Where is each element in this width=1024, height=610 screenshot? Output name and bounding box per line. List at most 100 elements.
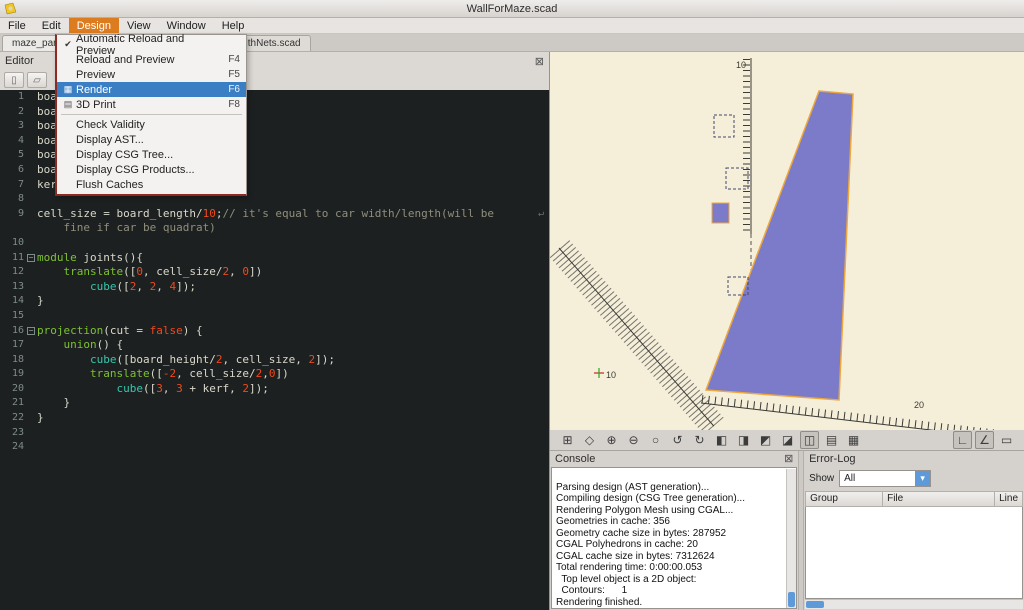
code-line[interactable]: 14} bbox=[0, 294, 549, 309]
view-left-icon[interactable]: ◧ bbox=[712, 431, 731, 449]
menu-item-render[interactable]: ▦ Render F6 bbox=[57, 82, 246, 97]
code-text: cube([3, 3 + kerf, 2]); bbox=[116, 381, 269, 395]
menu-item-preview[interactable]: Preview F5 bbox=[57, 67, 246, 82]
console-scrollbar[interactable] bbox=[786, 468, 797, 608]
errorlog-header: Error-Log bbox=[804, 451, 1024, 467]
zoom-out-icon[interactable]: ⊖ bbox=[624, 431, 643, 449]
code-line[interactable]: 21 } bbox=[0, 396, 549, 411]
menu-item-flush-caches[interactable]: Flush Caches bbox=[57, 177, 246, 192]
code-line[interactable]: 19 translate([-2, cell_size/2,0]) bbox=[0, 367, 549, 382]
line-number: 6 bbox=[17, 163, 24, 175]
errorlog-show-label: Show bbox=[809, 473, 835, 484]
fold-marker-icon[interactable]: − bbox=[27, 253, 35, 262]
view-top-icon[interactable]: ◩ bbox=[756, 431, 775, 449]
code-line[interactable]: 18 cube([board_height/2, cell_size, 2]); bbox=[0, 353, 549, 368]
line-number: 13 bbox=[11, 280, 24, 292]
measure-angle-icon[interactable]: ∠ bbox=[975, 430, 994, 449]
rotate-cw-icon[interactable]: ↻ bbox=[690, 431, 709, 449]
line-number: 9 bbox=[17, 207, 24, 219]
code-line[interactable]: 13 cube([2, 2, 4]); bbox=[0, 280, 549, 295]
errorlog-table-body[interactable] bbox=[805, 506, 1023, 599]
errorlog-filter-select[interactable]: All ▾ bbox=[839, 470, 932, 487]
code-line[interactable]: 10 bbox=[0, 236, 549, 251]
menubar-item-design[interactable]: Design bbox=[68, 18, 119, 33]
rendered-object-joint[interactable] bbox=[711, 202, 730, 224]
fold-column bbox=[26, 105, 37, 120]
view-toolbar: ⊞ ◇ ⊕ ⊖ ○ ↺ ↻ ◧ ◨ ◩ ◪ ◫ ▤ ▦ ∟ ∠ ▭ bbox=[550, 428, 1024, 451]
viewport-canvas[interactable]: 10 10 20 bbox=[550, 52, 1024, 430]
code-line[interactable]: 22} bbox=[0, 411, 549, 426]
code-line[interactable]: 12 translate([0, cell_size/2, 0]) bbox=[0, 265, 549, 280]
bottom-panels: Console ⊠ Parsing design (AST generation… bbox=[550, 450, 1024, 610]
menu-item-3d-print[interactable]: ▤ 3D Print F8 bbox=[57, 97, 246, 112]
errorlog-scrollbar[interactable] bbox=[805, 599, 1023, 609]
errorlog-scrollbar-thumb[interactable] bbox=[806, 601, 825, 608]
code-text: ker bbox=[37, 177, 57, 191]
console-panel: Console ⊠ Parsing design (AST generation… bbox=[550, 451, 798, 610]
zoom-reset-icon[interactable]: ○ bbox=[646, 431, 665, 449]
new-file-icon[interactable]: ▯ bbox=[4, 72, 24, 88]
console-line: Top level object is a 2D object: bbox=[556, 573, 697, 585]
line-number: 14 bbox=[11, 295, 24, 307]
console-close-icon[interactable]: ⊠ bbox=[784, 452, 793, 465]
viewport-3d[interactable]: 10 10 20 bbox=[550, 52, 1024, 430]
line-number: 7 bbox=[17, 178, 24, 190]
code-line[interactable]: 11− module joints(){ bbox=[0, 251, 549, 266]
view-right-icon[interactable]: ◨ bbox=[734, 431, 753, 449]
column-header-line[interactable]: Line bbox=[995, 490, 1023, 507]
code-line[interactable]: 9 cell_size = board_length/10;// it's equ… bbox=[0, 207, 549, 222]
view-bottom-icon[interactable]: ◪ bbox=[778, 431, 797, 449]
menubar-item-help[interactable]: Help bbox=[214, 18, 253, 33]
menu-item-display-ast[interactable]: Display AST... bbox=[57, 132, 246, 147]
zoom-window-icon[interactable]: ◇ bbox=[580, 431, 599, 449]
column-header-group[interactable]: Group bbox=[805, 490, 884, 507]
code-line[interactable]: 23 bbox=[0, 426, 549, 441]
line-number: 22 bbox=[11, 412, 24, 424]
menu-item-automatic-reload-and-preview[interactable]: ✔ Automatic Reload and Preview bbox=[57, 33, 246, 57]
zoom-in-icon[interactable]: ⊕ bbox=[602, 431, 621, 449]
fold-column bbox=[26, 119, 37, 134]
column-header-file[interactable]: File bbox=[883, 490, 996, 507]
line-number bbox=[0, 221, 26, 236]
code-line[interactable]: 16− projection(cut = false) { bbox=[0, 324, 549, 339]
line-number: 2 bbox=[17, 105, 24, 117]
fold-column bbox=[26, 178, 37, 193]
console-body[interactable]: Parsing design (AST generation)... Compil… bbox=[551, 466, 798, 609]
code-line[interactable]: 17 union() { bbox=[0, 338, 549, 353]
code-line[interactable]: 15 bbox=[0, 309, 549, 324]
perspective-icon[interactable]: ▤ bbox=[822, 431, 841, 449]
orthogonal-icon[interactable]: ▦ bbox=[844, 431, 863, 449]
fold-column bbox=[26, 411, 37, 426]
menu-item-label: Check Validity bbox=[76, 118, 145, 131]
rotate-ccw-icon[interactable]: ↺ bbox=[668, 431, 687, 449]
editor-close-icon[interactable]: ⊠ bbox=[535, 55, 544, 68]
view-diagonal-icon[interactable]: ◫ bbox=[800, 430, 819, 449]
console-line: Parsing design (AST generation)... bbox=[556, 481, 710, 493]
measure-distance-icon[interactable]: ∟ bbox=[953, 430, 972, 449]
code-text: projection(cut = false) { bbox=[37, 323, 203, 337]
menu-item-display-csg-products[interactable]: Display CSG Products... bbox=[57, 162, 246, 177]
menubar-item-edit[interactable]: Edit bbox=[34, 18, 69, 33]
errorlog-panel-title: Error-Log bbox=[809, 452, 856, 465]
code-line[interactable]: 20 cube([3, 3 + kerf, 2]); bbox=[0, 382, 549, 397]
view-all-icon[interactable]: ⊞ bbox=[558, 431, 577, 449]
print-icon: ▤ bbox=[63, 99, 73, 109]
menu-item-display-csg-tree[interactable]: Display CSG Tree... bbox=[57, 147, 246, 162]
menubar-item-file[interactable]: File bbox=[0, 18, 34, 33]
code-line[interactable]: fine if car be quadrat) bbox=[0, 221, 549, 236]
fold-marker-icon[interactable]: − bbox=[27, 326, 35, 335]
menubar-item-window[interactable]: Window bbox=[159, 18, 214, 33]
line-number: 11 bbox=[11, 251, 24, 263]
code-line[interactable]: 24 bbox=[0, 440, 549, 455]
console-scrollbar-thumb[interactable] bbox=[788, 592, 796, 607]
menubar-item-view[interactable]: View bbox=[119, 18, 159, 33]
console-line: Geometry cache size in bytes: 287952 bbox=[556, 527, 727, 539]
menu-item-check-validity[interactable]: Check Validity bbox=[57, 117, 246, 132]
menu-separator bbox=[61, 114, 242, 115]
open-file-icon[interactable]: ▱ bbox=[27, 72, 47, 88]
menu-item-label: Preview bbox=[76, 68, 116, 81]
axis-label-origin: 10 bbox=[606, 370, 616, 380]
selection-frame-icon[interactable]: ▭ bbox=[997, 431, 1016, 449]
menu-item-label: Display CSG Products... bbox=[76, 163, 195, 176]
code-text: fine if car be quadrat) bbox=[37, 221, 216, 235]
